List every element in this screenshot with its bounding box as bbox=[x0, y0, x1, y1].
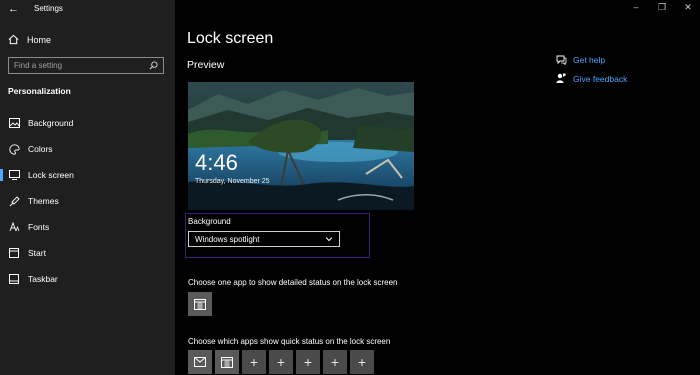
chat-help-icon bbox=[555, 55, 567, 65]
sidebar: ← Settings Home Personalization Backgrou… bbox=[0, 0, 175, 375]
sidebar-item-label: Themes bbox=[28, 196, 59, 206]
background-label: Background bbox=[188, 217, 231, 226]
feedback-person-icon bbox=[555, 73, 567, 84]
search-box[interactable] bbox=[8, 57, 164, 74]
close-button[interactable]: ✕ bbox=[682, 2, 694, 13]
fonts-icon bbox=[8, 221, 20, 233]
sidebar-item-colors[interactable]: Colors bbox=[0, 138, 175, 160]
home-label: Home bbox=[27, 34, 52, 45]
get-help-label: Get help bbox=[573, 55, 606, 65]
sidebar-item-lock-screen[interactable]: Lock screen bbox=[0, 164, 175, 186]
mail-icon bbox=[194, 357, 206, 367]
lock-screen-preview: 4:46 Thursday, November 25 bbox=[188, 82, 414, 210]
detailed-status-label: Choose one app to show detailed status o… bbox=[188, 278, 398, 287]
preview-image bbox=[188, 82, 414, 210]
sidebar-item-label: Lock screen bbox=[28, 170, 74, 180]
sidebar-item-label: Colors bbox=[28, 144, 53, 154]
start-icon bbox=[8, 247, 20, 259]
quick-status-label: Choose which apps show quick status on t… bbox=[188, 337, 391, 346]
give-feedback-label: Give feedback bbox=[573, 73, 628, 84]
search-icon[interactable] bbox=[149, 61, 158, 70]
search-input[interactable] bbox=[9, 60, 149, 71]
sidebar-item-themes[interactable]: Themes bbox=[0, 190, 175, 212]
maximize-button[interactable]: ❐ bbox=[656, 2, 668, 13]
add-quick-status-app-button[interactable]: + bbox=[242, 350, 266, 374]
sidebar-item-label: Start bbox=[28, 248, 46, 258]
sidebar-item-background[interactable]: Background bbox=[0, 112, 175, 134]
home-icon bbox=[8, 34, 19, 45]
preview-date: Thursday, November 25 bbox=[195, 178, 270, 185]
quick-status-app-1[interactable] bbox=[188, 350, 212, 374]
taskbar-icon bbox=[8, 273, 20, 285]
app-title: Settings bbox=[34, 4, 63, 13]
add-quick-status-app-button[interactable]: + bbox=[350, 350, 374, 374]
section-title: Personalization bbox=[8, 86, 71, 96]
back-arrow-icon[interactable]: ← bbox=[8, 3, 19, 15]
preview-label: Preview bbox=[187, 59, 225, 71]
chevron-down-icon bbox=[325, 237, 333, 242]
sidebar-item-label: Background bbox=[28, 118, 74, 128]
background-dropdown[interactable]: Windows spotlight bbox=[188, 231, 340, 247]
sidebar-item-label: Taskbar bbox=[28, 274, 58, 284]
home-link[interactable]: Home bbox=[8, 34, 51, 45]
palette-icon bbox=[8, 143, 20, 155]
calendar-icon bbox=[194, 299, 206, 310]
add-quick-status-app-button[interactable]: + bbox=[296, 350, 320, 374]
give-feedback-link[interactable]: Give feedback bbox=[555, 73, 627, 84]
minimize-button[interactable]: – bbox=[630, 2, 642, 12]
page-title: Lock screen bbox=[187, 30, 274, 47]
brush-icon bbox=[8, 195, 20, 207]
add-quick-status-app-button[interactable]: + bbox=[323, 350, 347, 374]
calendar-icon bbox=[221, 357, 233, 368]
picture-icon bbox=[8, 117, 20, 129]
sidebar-item-taskbar[interactable]: Taskbar bbox=[0, 268, 175, 290]
detailed-status-app-button[interactable] bbox=[188, 292, 212, 316]
quick-status-app-2[interactable] bbox=[215, 350, 239, 374]
main-content: – ❐ ✕ Lock screen Preview 4:46 Thursday,… bbox=[175, 0, 700, 375]
sidebar-item-fonts[interactable]: Fonts bbox=[0, 216, 175, 238]
add-quick-status-app-button[interactable]: + bbox=[269, 350, 293, 374]
background-dropdown-value: Windows spotlight bbox=[195, 234, 260, 244]
preview-time: 4:46 bbox=[195, 150, 238, 175]
sidebar-item-start[interactable]: Start bbox=[0, 242, 175, 264]
sidebar-item-label: Fonts bbox=[28, 222, 50, 232]
lock-screen-icon bbox=[8, 169, 20, 181]
get-help-link[interactable]: Get help bbox=[555, 55, 605, 65]
